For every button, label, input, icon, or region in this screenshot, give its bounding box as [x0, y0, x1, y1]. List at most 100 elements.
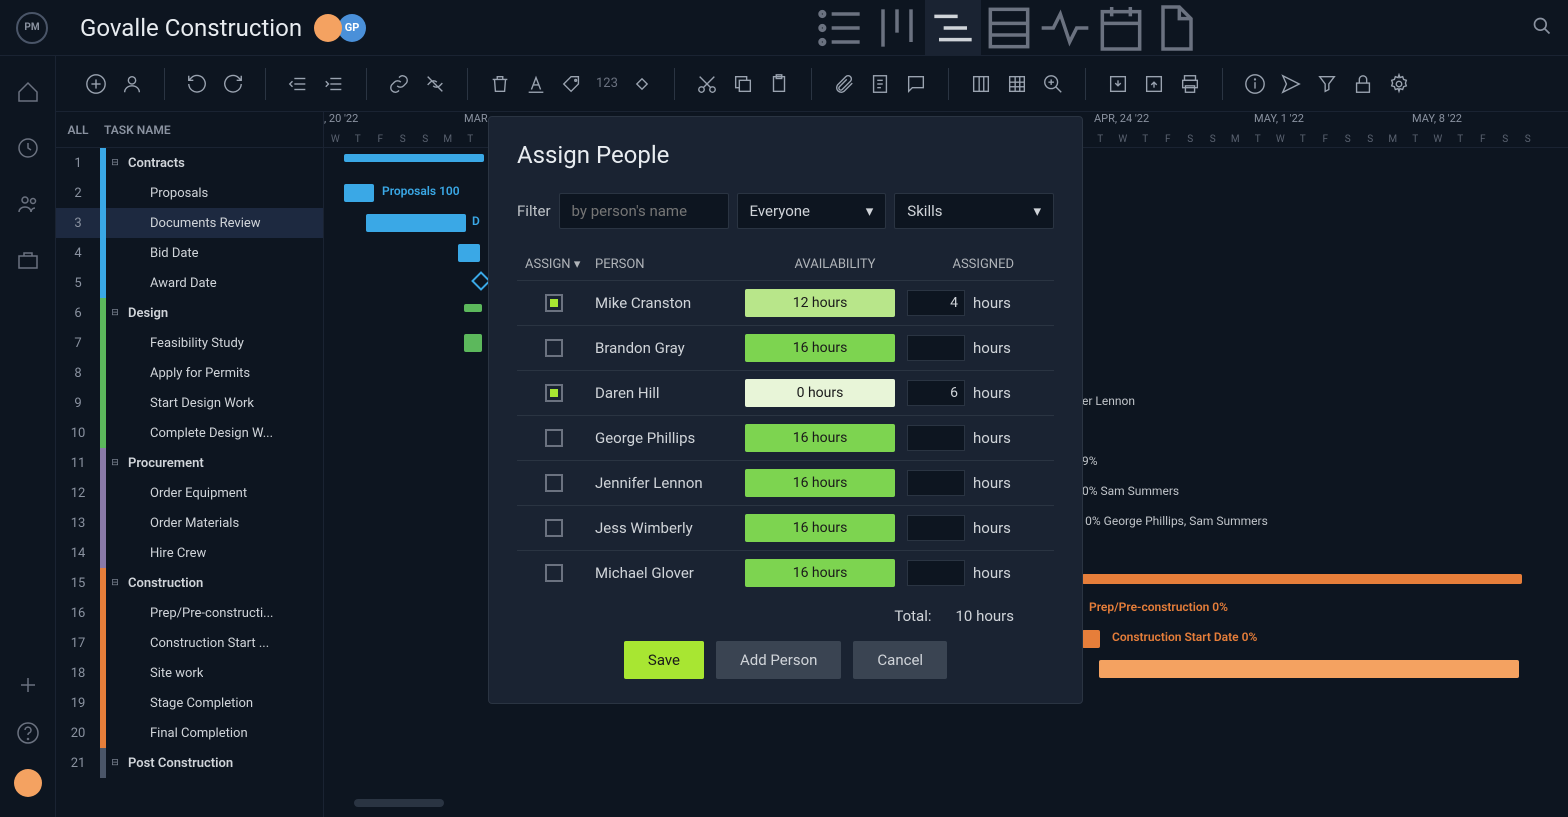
paste-icon[interactable] [767, 72, 791, 96]
trash-icon[interactable] [488, 72, 512, 96]
collapse-icon[interactable]: ⊟ [108, 758, 122, 768]
task-row[interactable]: 13 Order Materials [56, 508, 323, 538]
view-file-icon[interactable] [1149, 0, 1205, 56]
send-icon[interactable] [1279, 72, 1303, 96]
lock-icon[interactable] [1351, 72, 1375, 96]
assign-checkbox[interactable] [545, 384, 563, 402]
task-row[interactable]: 19 Stage Completion [56, 688, 323, 718]
gantt-bar[interactable] [1082, 574, 1522, 584]
text-color-icon[interactable] [524, 72, 548, 96]
task-row[interactable]: 1 ⊟ Contracts [56, 148, 323, 178]
cut-icon[interactable] [695, 72, 719, 96]
gantt-bar[interactable] [464, 334, 482, 352]
user-avatar[interactable] [14, 769, 42, 797]
settings-icon[interactable] [1387, 72, 1411, 96]
task-row[interactable]: 21 ⊟ Post Construction [56, 748, 323, 778]
task-row[interactable]: 11 ⊟ Procurement [56, 448, 323, 478]
task-row[interactable]: 3 Documents Review [56, 208, 323, 238]
assign-checkbox[interactable] [545, 474, 563, 492]
add-person-button[interactable]: Add Person [716, 641, 841, 679]
view-sheet-icon[interactable] [981, 0, 1037, 56]
add-icon[interactable] [84, 72, 108, 96]
outdent-icon[interactable] [286, 72, 310, 96]
collapse-icon[interactable]: ⊟ [108, 578, 122, 588]
gantt-bar[interactable] [366, 214, 466, 232]
task-row[interactable]: 14 Hire Crew [56, 538, 323, 568]
assigned-hours-input[interactable] [907, 380, 965, 406]
assign-checkbox[interactable] [545, 339, 563, 357]
assign-checkbox[interactable] [545, 429, 563, 447]
unlink-icon[interactable] [423, 72, 447, 96]
task-row[interactable]: 2 Proposals [56, 178, 323, 208]
collapse-icon[interactable]: ⊟ [108, 458, 122, 468]
gantt-bar[interactable] [344, 154, 484, 162]
collapse-icon[interactable]: ⊟ [108, 158, 122, 168]
plus-icon[interactable] [16, 673, 40, 697]
briefcase-icon[interactable] [16, 248, 40, 272]
gantt-bar[interactable] [458, 244, 480, 262]
view-activity-icon[interactable] [1037, 0, 1093, 56]
member-avatars[interactable]: GP [318, 14, 366, 42]
person-icon[interactable] [120, 72, 144, 96]
horizontal-scrollbar[interactable] [354, 799, 444, 807]
info-icon[interactable] [1243, 72, 1267, 96]
collapse-icon[interactable]: ⊟ [108, 308, 122, 318]
diamond-icon[interactable] [630, 72, 654, 96]
task-row[interactable]: 5 Award Date [56, 268, 323, 298]
home-icon[interactable] [16, 80, 40, 104]
view-board-icon[interactable] [869, 0, 925, 56]
time-icon[interactable] [16, 136, 40, 160]
link-icon[interactable] [387, 72, 411, 96]
task-row[interactable]: 10 Complete Design W... [56, 418, 323, 448]
task-row[interactable]: 15 ⊟ Construction [56, 568, 323, 598]
view-list-icon[interactable] [813, 0, 869, 56]
assigned-hours-input[interactable] [907, 470, 965, 496]
comment-icon[interactable] [904, 72, 928, 96]
assigned-hours-input[interactable] [907, 560, 965, 586]
grid-icon[interactable] [1005, 72, 1029, 96]
everyone-select[interactable]: Everyone▾ [737, 193, 887, 229]
assigned-hours-input[interactable] [907, 335, 965, 361]
search-icon[interactable] [1532, 16, 1552, 40]
help-icon[interactable] [16, 721, 40, 745]
print-icon[interactable] [1178, 72, 1202, 96]
task-row[interactable]: 20 Final Completion [56, 718, 323, 748]
task-row[interactable]: 8 Apply for Permits [56, 358, 323, 388]
copy-icon[interactable] [731, 72, 755, 96]
task-row[interactable]: 9 Start Design Work [56, 388, 323, 418]
task-row[interactable]: 12 Order Equipment [56, 478, 323, 508]
note-icon[interactable] [868, 72, 892, 96]
task-row[interactable]: 4 Bid Date [56, 238, 323, 268]
assign-checkbox[interactable] [545, 294, 563, 312]
assigned-hours-input[interactable] [907, 515, 965, 541]
save-button[interactable]: Save [624, 641, 704, 679]
undo-icon[interactable] [185, 72, 209, 96]
attach-icon[interactable] [832, 72, 856, 96]
redo-icon[interactable] [221, 72, 245, 96]
assigned-hours-input[interactable] [907, 290, 965, 316]
task-row[interactable]: 6 ⊟ Design [56, 298, 323, 328]
tag-icon[interactable] [560, 72, 584, 96]
gantt-bar[interactable] [344, 184, 374, 202]
assign-checkbox[interactable] [545, 564, 563, 582]
assigned-hours-input[interactable] [907, 425, 965, 451]
task-row[interactable]: 17 Construction Start ... [56, 628, 323, 658]
team-icon[interactable] [16, 192, 40, 216]
view-gantt-icon[interactable] [925, 0, 981, 56]
gantt-bar[interactable] [1099, 660, 1519, 678]
zoom-icon[interactable] [1041, 72, 1065, 96]
filter-input[interactable] [559, 193, 729, 229]
assign-checkbox[interactable] [545, 519, 563, 537]
view-calendar-icon[interactable] [1093, 0, 1149, 56]
task-row[interactable]: 16 Prep/Pre-constructi... [56, 598, 323, 628]
skills-select[interactable]: Skills▾ [894, 193, 1054, 229]
cancel-button[interactable]: Cancel [853, 641, 947, 679]
gantt-bar[interactable] [1082, 630, 1100, 648]
import-icon[interactable] [1106, 72, 1130, 96]
columns-icon[interactable] [969, 72, 993, 96]
export-icon[interactable] [1142, 72, 1166, 96]
task-row[interactable]: 7 Feasibility Study [56, 328, 323, 358]
indent-icon[interactable] [322, 72, 346, 96]
th-assign[interactable]: ASSIGN ▾ [517, 257, 595, 272]
task-row[interactable]: 18 Site work [56, 658, 323, 688]
